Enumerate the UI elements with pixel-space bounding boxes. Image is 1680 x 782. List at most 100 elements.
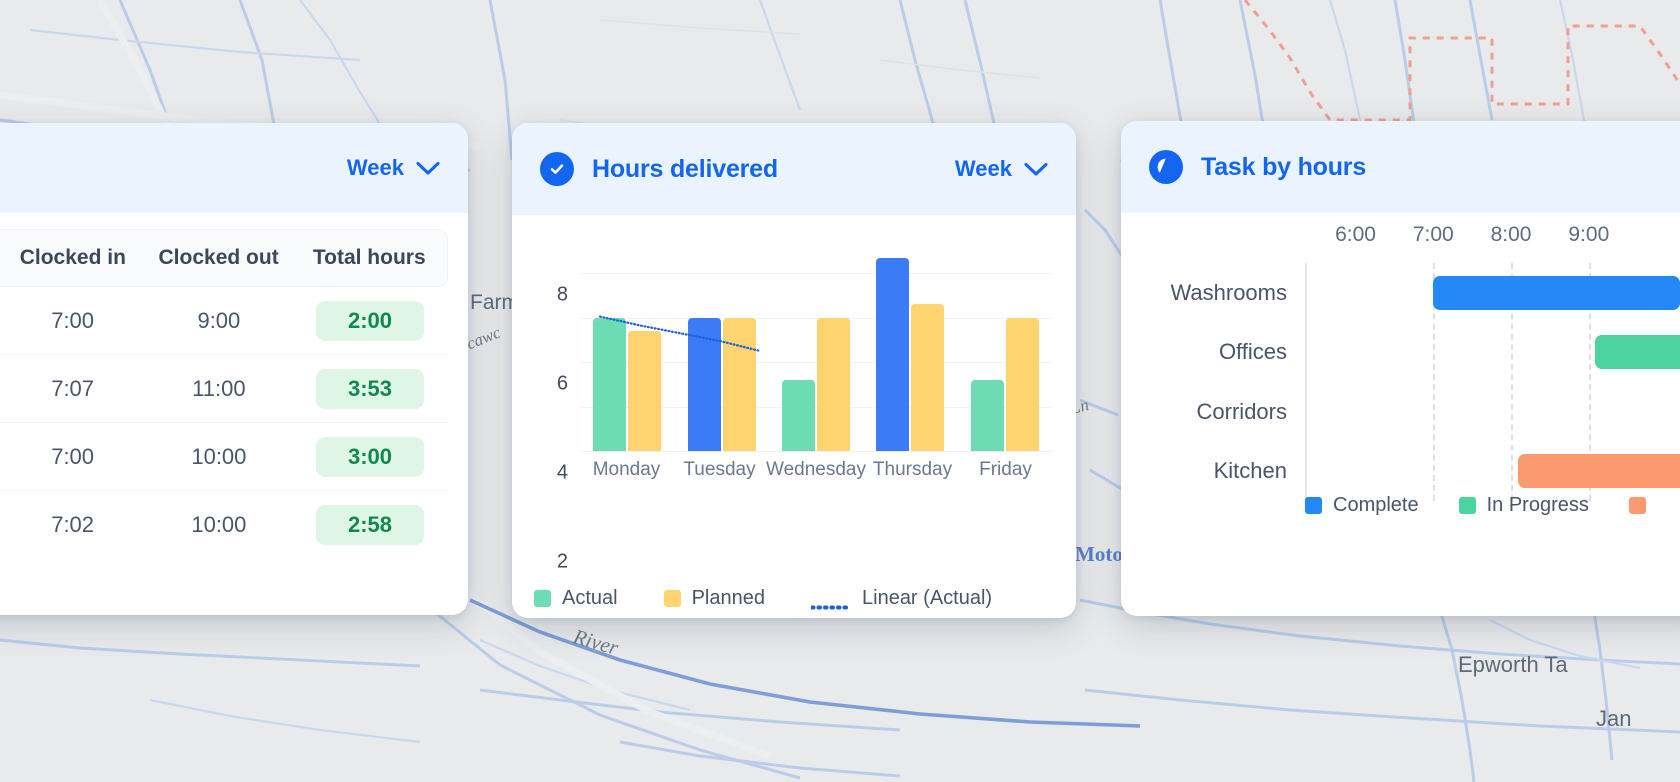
legend-swatch	[663, 590, 681, 607]
bar-group	[674, 189, 768, 451]
task-by-hours-card: Task by hours 6:00 7:00 8:00 9:00 Washrooms…	[1121, 121, 1680, 616]
chevron-down-icon	[1024, 162, 1048, 176]
hours-period-dropdown[interactable]: Week	[955, 156, 1048, 182]
bar-group	[580, 189, 674, 451]
legend-item[interactable]: Linear (Actual)	[810, 587, 993, 610]
legend-label: Planned	[691, 587, 765, 609]
gantt-legend-item[interactable]: Complete	[1305, 494, 1419, 517]
cell-clocked-in: 7:00	[51, 307, 95, 333]
chart-bar[interactable]	[876, 257, 910, 451]
x-axis-tick-label: Wednesday	[766, 459, 866, 480]
cell-clocked-out: 11:00	[192, 375, 246, 401]
gantt-legend-swatch	[1628, 497, 1646, 514]
x-axis-tick-label: Tuesday	[683, 459, 756, 480]
y-axis-tick-label: 6	[556, 372, 568, 395]
clock-glyph	[1156, 157, 1176, 177]
people-table: Clocked in Clocked out Total hours n 7:0…	[0, 213, 468, 559]
chart-bar[interactable]	[628, 331, 662, 451]
bar-group	[958, 189, 1052, 451]
cell-total-hours: 3:00	[292, 436, 448, 477]
gantt-legend-item[interactable]	[1628, 497, 1657, 514]
total-hours-badge: 2:00	[316, 300, 424, 341]
gantt-legend-swatch	[1305, 497, 1322, 514]
y-axis-tick-label: 4	[556, 461, 568, 484]
gantt-legend-label: Complete	[1333, 494, 1419, 516]
y-axis-tick-label: 8	[556, 283, 568, 306]
total-hours-badge: 2:58	[316, 505, 424, 545]
total-hours-badge: 3:00	[316, 436, 424, 477]
chart-bar[interactable]	[722, 317, 756, 451]
bar-group	[769, 189, 863, 451]
gantt-row: Kitchen	[1121, 442, 1680, 502]
chart-bar[interactable]	[1005, 317, 1039, 451]
chart-bar[interactable]	[911, 304, 945, 451]
column-header-clocked-in: Clocked in	[19, 246, 126, 269]
task-card-header: Task by hours	[1121, 121, 1680, 213]
gantt-row-label: Corridors	[1196, 398, 1287, 424]
table-row[interactable]: 7:02 10:00 2:58	[0, 491, 448, 559]
y-axis-tick-label: 2	[556, 550, 568, 573]
gantt-row: Offices	[1121, 323, 1680, 383]
gantt-bar[interactable]	[1433, 275, 1680, 310]
legend-label: Actual	[562, 587, 618, 609]
cell-total-hours: 3:53	[292, 368, 448, 409]
cell-clocked-out: 9:00	[197, 307, 241, 333]
chart-legend: Actual Planned Linear (Actual)	[512, 587, 1076, 610]
hours-card-title: Hours delivered	[592, 154, 778, 183]
cell-total-hours: 2:58	[292, 505, 448, 545]
legend-item[interactable]: Actual	[534, 587, 618, 610]
legend-item[interactable]: Planned	[663, 587, 765, 610]
x-axis-tick-label: Monday	[592, 459, 661, 480]
gantt-rows: Washrooms Offices Corridors Kitchen	[1121, 263, 1680, 501]
gantt-row-label: Kitchen	[1213, 458, 1287, 484]
chart-bar[interactable]	[970, 379, 1004, 451]
people-period-dropdown[interactable]: Week	[347, 155, 440, 181]
clock-icon	[1149, 150, 1183, 184]
legend-dotted-line-icon	[810, 597, 852, 609]
people-card-header: ople Week	[0, 123, 468, 213]
chart-bar[interactable]	[593, 317, 627, 451]
hours-delivered-card: Hours delivered Week 0 2 4 6 8 Monday Tuesday…	[512, 123, 1076, 618]
hours-chart: 0 2 4 6 8 Monday Tuesday Wednesday Thursday Frid…	[512, 215, 1076, 573]
total-hours-badge: 3:53	[316, 368, 424, 409]
cell-clocked-in: 7:07	[51, 375, 95, 401]
legend-swatch	[534, 590, 551, 607]
task-card-title: Task by hours	[1201, 152, 1367, 181]
chart-x-axis-labels: Monday Tuesday Wednesday Thursday Friday	[580, 459, 1052, 481]
table-row[interactable]: 7:07 11:00 3:53	[0, 355, 448, 423]
table-row[interactable]: n 7:00 9:00 2:00	[0, 287, 448, 355]
gantt-row-label: Washrooms	[1170, 279, 1287, 305]
legend-label: Linear (Actual)	[862, 587, 993, 609]
gantt-bar[interactable]	[1517, 454, 1680, 489]
chart-bar-groups	[580, 189, 1052, 451]
chart-bar[interactable]	[817, 317, 851, 451]
chart-bar[interactable]	[782, 379, 816, 451]
gantt-row: Corridors	[1121, 382, 1680, 442]
cell-clocked-in: 7:00	[51, 443, 95, 469]
gantt-bar[interactable]	[1595, 335, 1680, 370]
column-header-total-hours: Total hours	[312, 246, 426, 269]
table-row[interactable]: 7:00 10:00 3:00	[0, 423, 448, 491]
gantt-row-label: Offices	[1218, 339, 1287, 365]
gantt-time-label: 8:00	[1490, 223, 1532, 246]
x-axis-tick-label: Thursday	[872, 459, 953, 480]
chevron-down-icon	[416, 161, 440, 175]
gantt-legend-item[interactable]: In Progress	[1458, 494, 1589, 517]
gantt-time-label: 7:00	[1412, 223, 1454, 246]
people-card: ople Week Clocked in Clocked out Total h…	[0, 123, 468, 615]
people-period-label: Week	[346, 155, 404, 180]
cell-clocked-out: 10:00	[191, 443, 247, 469]
x-axis-tick-label: Friday	[979, 459, 1032, 480]
gantt-time-label: 6:00	[1335, 223, 1376, 246]
gantt-chart: 6:00 7:00 8:00 9:00 Washrooms Offices Corrido…	[1121, 213, 1680, 543]
gantt-legend-swatch	[1458, 497, 1476, 514]
chart-bar[interactable]	[687, 317, 721, 451]
gantt-row: Washrooms	[1121, 263, 1680, 323]
gantt-time-label: 9:00	[1568, 223, 1610, 246]
gridline: 0	[580, 451, 1052, 452]
gantt-legend-label: In Progress	[1486, 494, 1589, 516]
cell-total-hours: 2:00	[292, 300, 448, 341]
check-circle-icon	[540, 152, 574, 186]
hours-period-label: Week	[954, 156, 1012, 181]
bar-group	[863, 189, 957, 451]
